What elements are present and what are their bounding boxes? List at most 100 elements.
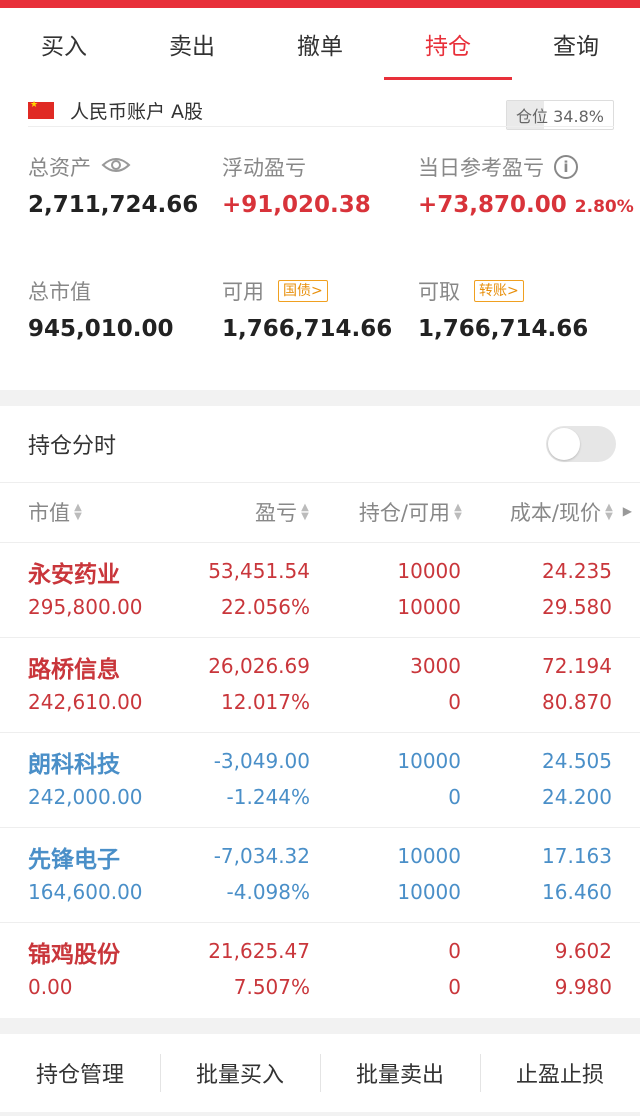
pl-cell: -3,049.00: [213, 749, 310, 773]
available-cell: 0: [448, 690, 461, 714]
treasury-bond-button[interactable]: 国债>: [278, 280, 328, 302]
available-cell: 0: [448, 785, 461, 809]
holding-row[interactable]: 路桥信息 242,610.00 26,026.69 12.017% 3000 0 72.19…: [0, 638, 640, 733]
holding-row[interactable]: 朗科科技 242,000.00 -3,049.00 -1.244% 10000 0 24.5…: [0, 733, 640, 828]
total-assets: 总资产 2,711,724.66: [28, 152, 198, 218]
trade-tabs: 买入 卖出 撤单 持仓 查询: [0, 8, 640, 80]
tab-sell[interactable]: 卖出: [128, 8, 256, 80]
sort-icon: ▲ ▼: [605, 502, 613, 522]
available-label: 可用: [222, 280, 264, 304]
holding-cell: 0: [448, 939, 461, 963]
available-cell: 10000: [397, 595, 461, 619]
cost-cell: 9.602: [554, 939, 612, 963]
market-value-value: 945,010.00: [28, 316, 174, 342]
pl-percent-cell: -4.098%: [226, 880, 310, 904]
pl-cell: 21,625.47: [208, 939, 310, 963]
bottom-action-bar: 持仓管理 批量买入 批量卖出 止盈止损: [0, 1034, 640, 1112]
price-cell: 29.580: [542, 595, 612, 619]
column-market-value[interactable]: 市值 ▲ ▼: [28, 482, 83, 542]
account-name: 人民币账户 A股: [70, 100, 204, 123]
pl-cell: -7,034.32: [213, 844, 310, 868]
market-value-cell: 242,000.00: [28, 785, 143, 809]
holdings-table-header: 市值 ▲ ▼ 盈亏 ▲ ▼ 持仓/可用 ▲ ▼ 成本/现价 ▲ ▼ ▶: [0, 482, 640, 542]
eye-icon[interactable]: [101, 155, 131, 180]
column-label: 盈亏: [255, 501, 297, 525]
holdings-time-label: 持仓分时: [28, 434, 117, 459]
toggle-knob: [548, 428, 580, 460]
column-label: 市值: [28, 501, 70, 525]
info-icon[interactable]: i: [554, 155, 578, 179]
batch-sell-button[interactable]: 批量卖出: [320, 1034, 480, 1112]
today-pl-value-row: +73,870.00 2.80%: [418, 192, 634, 218]
total-assets-label: 总资产: [28, 156, 91, 180]
sort-icon: ▲ ▼: [74, 502, 82, 522]
pl-percent-cell: 12.017%: [221, 690, 310, 714]
stock-name: 锦鸡股份: [28, 942, 120, 968]
holding-row[interactable]: 锦鸡股份 0.00 21,625.47 7.507% 0 0 9.602 9.980: [0, 923, 640, 1018]
floating-pl: 浮动盈亏 +91,020.38: [222, 152, 371, 218]
china-flag-icon: [28, 99, 54, 119]
withdrawable-value: 1,766,714.66: [418, 316, 589, 342]
today-pl: 当日参考盈亏 i +73,870.00 2.80%: [418, 152, 634, 218]
available-funds: 可用 国债> 1,766,714.66: [222, 276, 392, 342]
price-cell: 80.870: [542, 690, 612, 714]
holdings-section: 持仓分时 市值 ▲ ▼ 盈亏 ▲ ▼ 持仓/可用 ▲ ▼ 成本/现价 ▲ ▼ ▶ 永安药…: [0, 406, 640, 1018]
holdings-time-toggle[interactable]: [546, 426, 616, 462]
scroll-right-icon[interactable]: ▶: [623, 504, 632, 518]
withdrawable-funds: 可取 转账> 1,766,714.66: [418, 276, 588, 342]
tab-cancel[interactable]: 撤单: [256, 8, 384, 80]
stock-name: 朗科科技: [28, 752, 120, 778]
column-holding-available[interactable]: 持仓/可用 ▲ ▼: [359, 482, 463, 542]
market-value-label: 总市值: [28, 280, 91, 304]
today-pl-label: 当日参考盈亏: [418, 156, 544, 180]
pl-cell: 26,026.69: [208, 654, 310, 678]
cost-cell: 17.163: [542, 844, 612, 868]
price-cell: 16.460: [542, 880, 612, 904]
market-value-cell: 0.00: [28, 975, 73, 999]
column-label: 成本/现价: [509, 501, 601, 525]
column-label: 持仓/可用: [358, 501, 450, 525]
stock-name: 永安药业: [28, 562, 120, 588]
price-cell: 9.980: [554, 975, 612, 999]
today-pl-value: +73,870.00: [418, 192, 567, 218]
column-cost-price[interactable]: 成本/现价 ▲ ▼: [510, 482, 614, 542]
tab-holdings[interactable]: 持仓: [384, 8, 512, 80]
available-cell: 10000: [397, 880, 461, 904]
pl-percent-cell: -1.244%: [226, 785, 310, 809]
account-summary: 人民币账户 A股 仓位 34.8% 总资产 2,711,724.66 浮动盈亏 …: [0, 80, 640, 390]
sort-icon: ▲ ▼: [454, 502, 462, 522]
available-value: 1,766,714.66: [222, 316, 393, 342]
total-assets-value: 2,711,724.66: [28, 192, 199, 218]
cost-cell: 72.194: [542, 654, 612, 678]
batch-buy-button[interactable]: 批量买入: [160, 1034, 320, 1112]
pl-cell: 53,451.54: [208, 559, 310, 583]
holding-cell: 10000: [397, 749, 461, 773]
floating-pl-value: +91,020.38: [222, 192, 371, 218]
stop-profit-loss-button[interactable]: 止盈止损: [480, 1034, 640, 1112]
status-accent-bar: [0, 0, 640, 8]
market-value-cell: 164,600.00: [28, 880, 143, 904]
price-cell: 24.200: [542, 785, 612, 809]
stock-name: 路桥信息: [28, 657, 120, 683]
holding-cell: 10000: [397, 559, 461, 583]
market-value-cell: 295,800.00: [28, 595, 143, 619]
account-selector[interactable]: 人民币账户 A股 仓位 34.8%: [28, 92, 614, 130]
market-value-cell: 242,610.00: [28, 690, 143, 714]
holding-row[interactable]: 永安药业 295,800.00 53,451.54 22.056% 10000 10000…: [0, 543, 640, 638]
cost-cell: 24.505: [542, 749, 612, 773]
holding-cell: 10000: [397, 844, 461, 868]
market-value: 总市值 945,010.00: [28, 276, 174, 342]
divider: [28, 126, 614, 127]
holding-cell: 3000: [410, 654, 461, 678]
position-management-button[interactable]: 持仓管理: [0, 1034, 160, 1112]
tab-buy[interactable]: 买入: [0, 8, 128, 80]
stock-name: 先锋电子: [28, 847, 120, 873]
tab-query[interactable]: 查询: [512, 8, 640, 80]
today-pl-percent: 2.80%: [574, 197, 634, 217]
transfer-button[interactable]: 转账>: [474, 280, 524, 302]
holding-row[interactable]: 先锋电子 164,600.00 -7,034.32 -4.098% 10000 10000…: [0, 828, 640, 923]
cost-cell: 24.235: [542, 559, 612, 583]
position-ratio-label: 仓位 34.8%: [516, 107, 604, 126]
sort-icon: ▲ ▼: [301, 502, 309, 522]
column-pl[interactable]: 盈亏 ▲ ▼: [255, 482, 310, 542]
